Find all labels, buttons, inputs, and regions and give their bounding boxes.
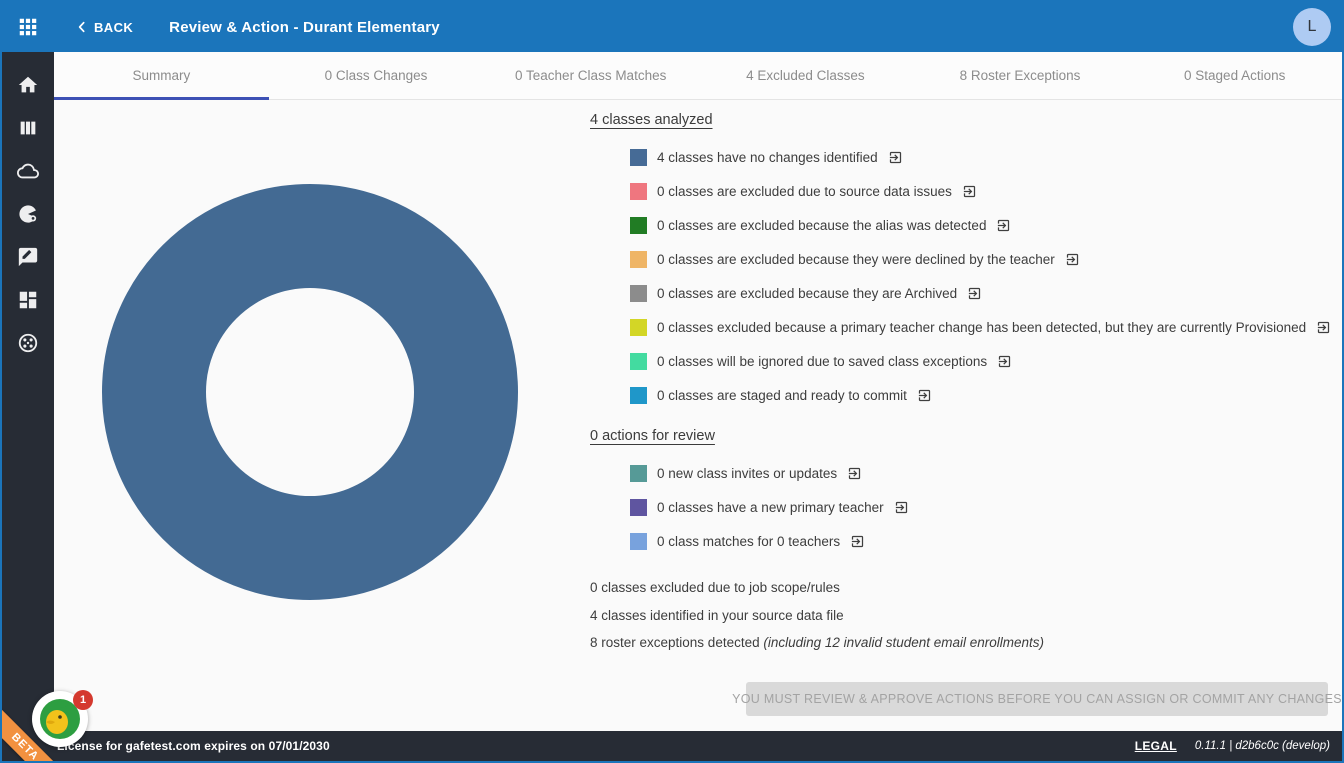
legend-item: 0 classes are excluded because they were… bbox=[630, 242, 1344, 276]
exit-to-app-icon[interactable] bbox=[997, 354, 1012, 369]
legend-label: 0 classes are excluded because they were… bbox=[657, 252, 1055, 267]
sidebar-item-columns[interactable] bbox=[2, 106, 54, 149]
top-app-bar: BACK Review & Action - Durant Elementary… bbox=[2, 2, 1342, 52]
legend-label: 0 classes are excluded due to source dat… bbox=[657, 184, 952, 199]
apps-grid-icon[interactable] bbox=[2, 16, 54, 38]
back-label: BACK bbox=[94, 20, 133, 35]
legend-label: 0 class matches for 0 teachers bbox=[657, 534, 840, 549]
tab[interactable]: 4 Excluded Classes bbox=[698, 52, 913, 99]
exit-to-app-icon[interactable] bbox=[967, 286, 982, 301]
notification-badge: 1 bbox=[73, 690, 93, 710]
tab[interactable]: Summary bbox=[54, 52, 269, 99]
footnote: 0 classes excluded due to job scope/rule… bbox=[590, 574, 1344, 602]
summary-content: 4 classes analyzed 4 classes have no cha… bbox=[54, 100, 1342, 731]
legend-color-swatch bbox=[630, 217, 647, 234]
tab[interactable]: 0 Teacher Class Matches bbox=[483, 52, 698, 99]
exit-to-app-icon[interactable] bbox=[850, 534, 865, 549]
legend-color-swatch bbox=[630, 149, 647, 166]
feedback-icon bbox=[17, 246, 39, 268]
legend-color-swatch bbox=[630, 353, 647, 370]
exit-to-app-icon[interactable] bbox=[1316, 320, 1331, 335]
user-avatar[interactable]: L bbox=[1293, 8, 1331, 46]
reel-icon bbox=[17, 332, 39, 354]
exit-to-app-icon[interactable] bbox=[962, 184, 977, 199]
sidebar-item-feedback[interactable] bbox=[2, 235, 54, 278]
legend-item: 4 classes have no changes identified bbox=[630, 140, 1344, 174]
legend-item: 0 classes are staged and ready to commit bbox=[630, 378, 1344, 412]
tab-label: 0 Staged Actions bbox=[1184, 68, 1285, 83]
legend-item: 0 classes have a new primary teacher bbox=[630, 490, 1344, 524]
legend-label: 0 classes are staged and ready to commit bbox=[657, 388, 907, 403]
legend-color-swatch bbox=[630, 183, 647, 200]
tab-label: 0 Teacher Class Matches bbox=[515, 68, 666, 83]
sidebar-item-reel[interactable] bbox=[2, 321, 54, 364]
page-title: Review & Action - Durant Elementary bbox=[169, 19, 440, 36]
legend-color-swatch bbox=[630, 251, 647, 268]
legend-label: 0 classes are excluded because the alias… bbox=[657, 218, 986, 233]
legend-color-swatch bbox=[630, 465, 647, 482]
tab[interactable]: 0 Staged Actions bbox=[1127, 52, 1342, 99]
legend-label: 4 classes have no changes identified bbox=[657, 150, 878, 165]
footnote: 8 roster exceptions detected (including … bbox=[590, 629, 1344, 657]
legend-label: 0 classes will be ignored due to saved c… bbox=[657, 354, 987, 369]
dashboard-icon bbox=[17, 289, 39, 311]
exit-to-app-icon[interactable] bbox=[917, 388, 932, 403]
legend-item: 0 classes are excluded because the alias… bbox=[630, 208, 1344, 242]
sidebar-item-cloud[interactable] bbox=[2, 149, 54, 192]
analyzed-heading: 4 classes analyzed bbox=[590, 112, 1344, 128]
donut-chart bbox=[100, 182, 520, 602]
tab-label: Summary bbox=[132, 68, 190, 83]
legend-item: 0 classes are excluded due to source dat… bbox=[630, 174, 1344, 208]
review-heading: 0 actions for review bbox=[590, 428, 1344, 444]
tab-label: 0 Class Changes bbox=[325, 68, 428, 83]
legend-color-swatch bbox=[630, 285, 647, 302]
footer-bar: License for gafetest.com expires on 07/0… bbox=[2, 731, 1342, 761]
sidebar-item-pie-chart[interactable] bbox=[2, 192, 54, 235]
tab-bar: Summary 0 Class Changes 0 Teacher Class … bbox=[54, 52, 1342, 100]
commit-disabled-button[interactable]: YOU MUST REVIEW & APPROVE ACTIONS BEFORE… bbox=[746, 682, 1328, 716]
legend-label: 0 new class invites or updates bbox=[657, 466, 837, 481]
review-legend: 0 new class invites or updates 0 classes… bbox=[630, 456, 1344, 558]
legend-label: 0 classes have a new primary teacher bbox=[657, 500, 884, 515]
sidebar-item-dashboard[interactable] bbox=[2, 278, 54, 321]
back-button[interactable]: BACK bbox=[74, 19, 133, 35]
exit-to-app-icon[interactable] bbox=[1065, 252, 1080, 267]
legend-item: 0 class matches for 0 teachers bbox=[630, 524, 1344, 558]
legend-color-swatch bbox=[630, 499, 647, 516]
avatar-letter: L bbox=[1308, 18, 1317, 36]
app-window: BACK Review & Action - Durant Elementary… bbox=[0, 0, 1344, 763]
columns-icon bbox=[17, 117, 39, 139]
version-text: 0.11.1 | d2b6c0c (develop) bbox=[1195, 740, 1330, 752]
summary-footnotes: 0 classes excluded due to job scope/rule… bbox=[590, 574, 1344, 657]
legend-color-swatch bbox=[630, 387, 647, 404]
legend-color-swatch bbox=[630, 533, 647, 550]
exit-to-app-icon[interactable] bbox=[996, 218, 1011, 233]
tab-label: 4 Excluded Classes bbox=[746, 68, 865, 83]
legend-item: 0 classes will be ignored due to saved c… bbox=[630, 344, 1344, 378]
license-text: License for gafetest.com expires on 07/0… bbox=[57, 739, 330, 753]
left-nav-sidebar bbox=[2, 52, 54, 731]
footnote: 4 classes identified in your source data… bbox=[590, 602, 1344, 630]
analyzed-legend: 4 classes have no changes identified 0 c… bbox=[630, 140, 1344, 412]
legend-label: 0 classes are excluded because they are … bbox=[657, 286, 957, 301]
pie-chart-icon bbox=[17, 203, 39, 225]
legend-color-swatch bbox=[630, 319, 647, 336]
home-icon bbox=[17, 74, 39, 96]
legend-item: 0 new class invites or updates bbox=[630, 456, 1344, 490]
exit-to-app-icon[interactable] bbox=[888, 150, 903, 165]
cloud-icon bbox=[17, 160, 39, 182]
legend-item: 0 classes are excluded because they are … bbox=[630, 276, 1344, 310]
exit-to-app-icon[interactable] bbox=[894, 500, 909, 515]
sidebar-item-home[interactable] bbox=[2, 63, 54, 106]
legend-item: 0 classes excluded because a primary tea… bbox=[630, 310, 1344, 344]
summary-panel: 4 classes analyzed 4 classes have no cha… bbox=[590, 112, 1344, 657]
exit-to-app-icon[interactable] bbox=[847, 466, 862, 481]
tab[interactable]: 0 Class Changes bbox=[269, 52, 484, 99]
tab-label: 8 Roster Exceptions bbox=[960, 68, 1081, 83]
legal-link[interactable]: LEGAL bbox=[1135, 739, 1177, 753]
chevron-left-icon bbox=[74, 19, 90, 35]
tab[interactable]: 8 Roster Exceptions bbox=[913, 52, 1128, 99]
legend-label: 0 classes excluded because a primary tea… bbox=[657, 320, 1306, 335]
